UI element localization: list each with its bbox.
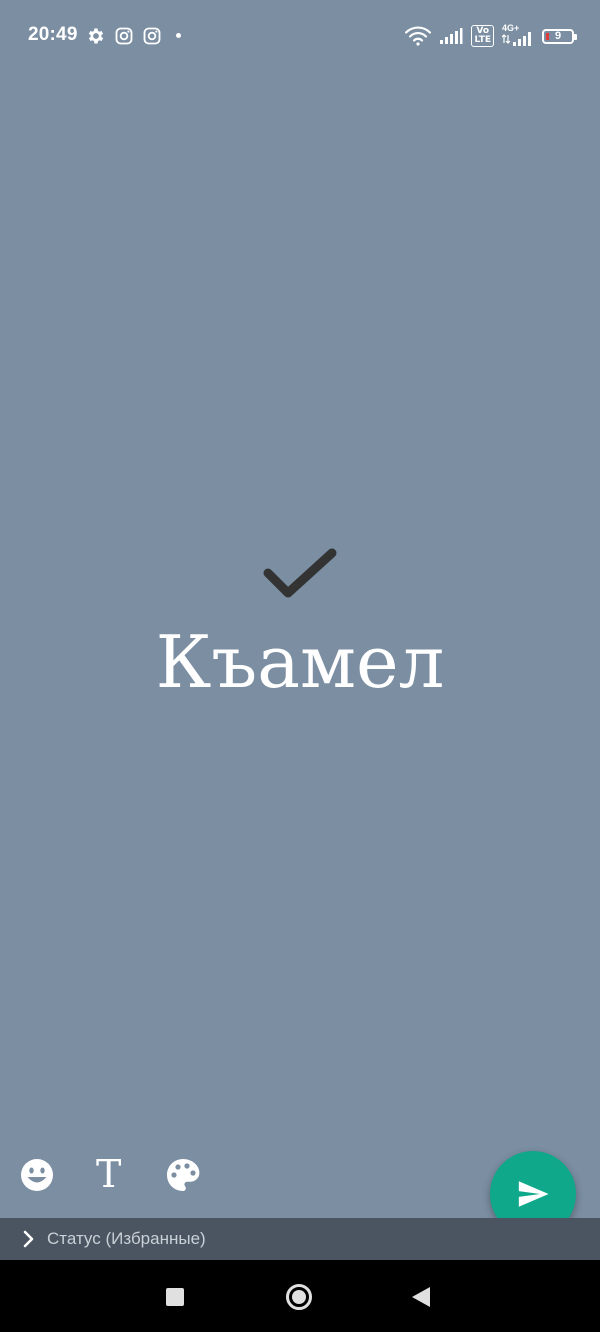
send-icon	[518, 1181, 549, 1207]
notification-dot	[176, 33, 181, 38]
instagram-icon	[143, 27, 161, 45]
back-button[interactable]	[412, 1287, 430, 1307]
wifi-icon	[405, 26, 432, 46]
instagram-icon	[115, 27, 133, 45]
chevron-right-icon	[23, 1230, 34, 1248]
settings-icon	[88, 28, 104, 44]
system-indicators: Vo LTE 4G+ 9	[405, 23, 577, 48]
clock: 20:49	[28, 24, 78, 45]
signal-icon	[440, 28, 463, 44]
checkmark-icon	[263, 548, 337, 598]
audience-label: Статус (Избранные)	[47, 1229, 206, 1248]
recents-button[interactable]	[166, 1288, 184, 1306]
signal-4g: 4G+	[502, 23, 534, 47]
status-bar: 20:49 Vo LTE 4G+ 9	[0, 0, 600, 72]
battery-level: 9	[554, 29, 562, 42]
status-text[interactable]: Къамел	[0, 618, 600, 706]
volte-badge: Vo LTE	[471, 25, 494, 47]
navigation-bar	[0, 1260, 600, 1332]
signal-icon	[502, 32, 531, 46]
battery-icon: 9	[542, 28, 577, 44]
palette-icon[interactable]	[163, 1155, 203, 1195]
home-button[interactable]	[286, 1284, 312, 1310]
audience-bar[interactable]: Статус (Избранные)	[0, 1218, 600, 1260]
text-style-button[interactable]: T	[96, 1150, 121, 1198]
emoji-button[interactable]	[17, 1155, 57, 1195]
